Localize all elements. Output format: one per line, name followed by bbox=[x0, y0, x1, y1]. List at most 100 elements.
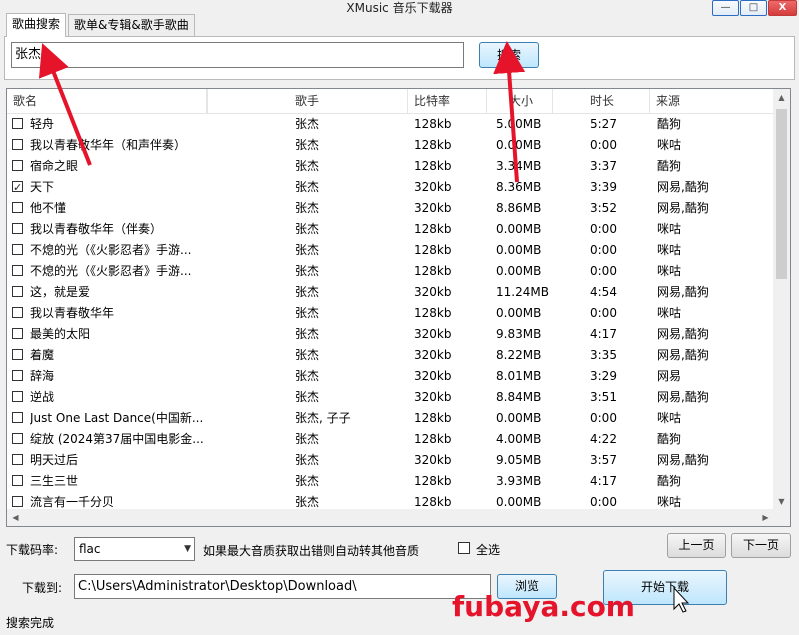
tab-song-search[interactable]: 歌曲搜索 bbox=[6, 13, 67, 37]
table-row[interactable]: 绽放 (2024第37届中国电影金... 张杰 128kb 4.00MB 4:22 酷狗 bbox=[7, 429, 774, 450]
cell-name: 这，就是爱 bbox=[30, 285, 91, 299]
row-checkbox[interactable] bbox=[12, 160, 23, 171]
row-checkbox[interactable] bbox=[12, 265, 23, 276]
row-checkbox[interactable] bbox=[12, 286, 23, 297]
cell-artist: 张杰 bbox=[295, 390, 320, 404]
chevron-down-icon[interactable]: ▼ bbox=[184, 538, 191, 560]
table-row[interactable]: 着魔 张杰 320kb 8.22MB 3:35 网易,酷狗 bbox=[7, 345, 774, 366]
row-checkbox[interactable] bbox=[12, 118, 23, 129]
cell-duration: 3:39 bbox=[590, 180, 617, 194]
row-checkbox[interactable] bbox=[12, 475, 23, 486]
column-header-duration[interactable]: 时长 bbox=[553, 89, 650, 113]
cell-name: 我以青春敬华年（和声伴奏） bbox=[30, 138, 187, 152]
row-checkbox[interactable] bbox=[12, 454, 23, 465]
cell-duration: 3:29 bbox=[590, 369, 617, 383]
prev-page-button[interactable]: 上一页 bbox=[667, 533, 726, 558]
row-checkbox[interactable] bbox=[12, 139, 23, 150]
table-row[interactable]: 逆战 张杰 320kb 8.84MB 3:51 网易,酷狗 bbox=[7, 387, 774, 408]
table-row[interactable]: 不熄的光（《火影忍者》手游... 张杰 128kb 0.00MB 0:00 咪咕 bbox=[7, 240, 774, 261]
select-all-checkbox[interactable] bbox=[458, 542, 470, 554]
cell-duration: 3:57 bbox=[590, 453, 617, 467]
table-row[interactable]: 不熄的光（《火影忍者》手游... 张杰 128kb 0.00MB 0:00 咪咕 bbox=[7, 261, 774, 282]
cell-source: 网易,酷狗 bbox=[657, 348, 709, 362]
table-row[interactable]: 最美的太阳 张杰 320kb 9.83MB 4:17 网易,酷狗 bbox=[7, 324, 774, 345]
cell-name: 明天过后 bbox=[30, 453, 79, 467]
table-row[interactable]: 他不懂 张杰 320kb 8.86MB 3:52 网易,酷狗 bbox=[7, 198, 774, 219]
cell-source: 网易,酷狗 bbox=[657, 390, 709, 404]
horizontal-scrollbar[interactable]: ◀ ▶ bbox=[7, 509, 774, 526]
cell-size: 8.01MB bbox=[496, 369, 542, 383]
row-checkbox[interactable] bbox=[12, 433, 23, 444]
search-input[interactable]: 张杰 bbox=[11, 42, 464, 68]
scroll-left-icon[interactable]: ◀ bbox=[7, 509, 24, 526]
cell-name: 着魔 bbox=[30, 348, 55, 362]
cell-source: 网易 bbox=[657, 369, 682, 383]
cell-size: 9.83MB bbox=[496, 327, 542, 341]
table-row[interactable]: 我以青春敬华年 张杰 128kb 0.00MB 0:00 咪咕 bbox=[7, 303, 774, 324]
cell-name: 天下 bbox=[30, 180, 55, 194]
table-row[interactable]: 三生三世 张杰 128kb 3.93MB 4:17 酷狗 bbox=[7, 471, 774, 492]
row-checkbox[interactable] bbox=[12, 307, 23, 318]
column-header-bitrate[interactable]: 比特率 bbox=[408, 89, 487, 113]
row-checkbox[interactable] bbox=[12, 177, 23, 198]
row-checkbox[interactable] bbox=[12, 370, 23, 381]
table-row[interactable]: 轻舟 张杰 128kb 5.00MB 5:27 酷狗 bbox=[7, 114, 774, 135]
table-row[interactable]: 我以青春敬华年（和声伴奏） 张杰 128kb 0.00MB 0:00 咪咕 bbox=[7, 135, 774, 156]
download-path-input[interactable]: C:\Users\Administrator\Desktop\Download\ bbox=[74, 574, 491, 599]
vertical-scrollbar[interactable]: ▲ ▼ bbox=[773, 89, 790, 510]
cell-name: 不熄的光（《火影忍者》手游... bbox=[30, 264, 192, 278]
next-page-button[interactable]: 下一页 bbox=[731, 533, 791, 558]
table-row[interactable]: 天下 张杰 320kb 8.36MB 3:39 网易,酷狗 bbox=[7, 177, 774, 198]
row-checkbox[interactable] bbox=[12, 349, 23, 360]
row-checkbox[interactable] bbox=[12, 244, 23, 255]
cell-artist: 张杰 bbox=[295, 159, 320, 173]
cell-name: 轻舟 bbox=[30, 117, 55, 131]
table-row[interactable]: 这，就是爱 张杰 320kb 11.24MB 4:54 网易,酷狗 bbox=[7, 282, 774, 303]
cell-artist: 张杰 bbox=[295, 432, 320, 446]
table-row[interactable]: 明天过后 张杰 320kb 9.05MB 3:57 网易,酷狗 bbox=[7, 450, 774, 471]
table-row[interactable]: Just One Last Dance(中国新... 张杰, 子子 128kb 0.0… bbox=[7, 408, 774, 429]
scroll-thumb[interactable] bbox=[776, 109, 787, 279]
column-header-name[interactable]: 歌名 bbox=[7, 89, 207, 113]
cell-name: 最美的太阳 bbox=[30, 327, 91, 341]
cell-artist: 张杰 bbox=[295, 453, 320, 467]
cell-source: 网易,酷狗 bbox=[657, 453, 709, 467]
cell-bitrate: 320kb bbox=[414, 201, 452, 215]
search-button[interactable]: 搜索 bbox=[479, 42, 539, 68]
song-list[interactable]: 歌名 歌手 比特率 大小 时长 来源 轻舟 张杰 128kb 5.00MB 5:27 酷狗… bbox=[6, 88, 791, 527]
column-header-artist[interactable]: 歌手 bbox=[207, 89, 408, 113]
cell-source: 酷狗 bbox=[657, 474, 682, 488]
close-button[interactable]: X bbox=[768, 0, 797, 16]
cell-name: Just One Last Dance(中国新... bbox=[30, 411, 204, 425]
scroll-down-icon[interactable]: ▼ bbox=[773, 493, 790, 510]
table-row[interactable]: 辞海 张杰 320kb 8.01MB 3:29 网易 bbox=[7, 366, 774, 387]
minimize-button[interactable]: — bbox=[712, 0, 739, 16]
cell-bitrate: 320kb bbox=[414, 348, 452, 362]
row-checkbox[interactable] bbox=[12, 496, 23, 507]
row-checkbox[interactable] bbox=[12, 391, 23, 402]
cell-source: 咪咕 bbox=[657, 264, 682, 278]
cell-bitrate: 320kb bbox=[414, 369, 452, 383]
watermark-text: fubaya.com bbox=[452, 590, 635, 623]
row-checkbox[interactable] bbox=[12, 202, 23, 213]
tab-playlist-album-artist[interactable]: 歌单&专辑&歌手歌曲 bbox=[68, 14, 195, 36]
cell-artist: 张杰 bbox=[295, 180, 320, 194]
cell-duration: 0:00 bbox=[590, 243, 617, 257]
row-checkbox[interactable] bbox=[12, 223, 23, 234]
column-header-size[interactable]: 大小 bbox=[487, 89, 553, 113]
cell-artist: 张杰 bbox=[295, 138, 320, 152]
cell-bitrate: 320kb bbox=[414, 327, 452, 341]
bitrate-select[interactable]: flac ▼ bbox=[74, 537, 195, 561]
column-header-source[interactable]: 来源 bbox=[650, 89, 774, 113]
fallback-note: 如果最大音质获取出错则自动转其他音质 bbox=[203, 544, 420, 558]
table-row[interactable]: 宿命之眼 张杰 128kb 3.34MB 3:37 酷狗 bbox=[7, 156, 774, 177]
maximize-button[interactable]: □ bbox=[740, 0, 767, 16]
row-checkbox[interactable] bbox=[12, 412, 23, 423]
scroll-right-icon[interactable]: ▶ bbox=[757, 509, 774, 526]
scroll-up-icon[interactable]: ▲ bbox=[773, 89, 790, 106]
row-checkbox[interactable] bbox=[12, 328, 23, 339]
download-to-label: 下载到: bbox=[22, 581, 63, 595]
table-row[interactable]: 我以青春敬华年（伴奏） 张杰 128kb 0.00MB 0:00 咪咕 bbox=[7, 219, 774, 240]
cell-size: 8.22MB bbox=[496, 348, 542, 362]
cell-bitrate: 128kb bbox=[414, 159, 452, 173]
